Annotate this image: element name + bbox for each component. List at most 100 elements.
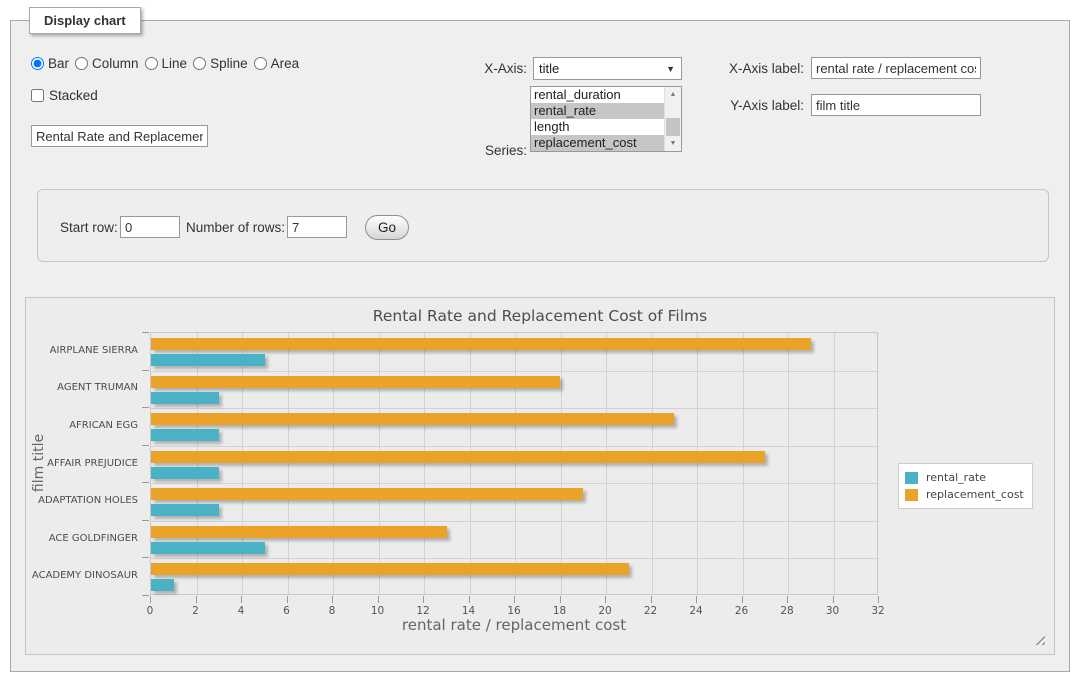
gridline xyxy=(606,333,607,594)
start-row-input[interactable] xyxy=(120,216,180,238)
x-tick-mark xyxy=(696,596,697,603)
legend-row-replacement_cost: replacement_cost xyxy=(905,486,1024,503)
chart-type-column[interactable]: Column xyxy=(75,56,139,71)
gridline xyxy=(470,333,471,594)
x-axis-select[interactable]: title ▼ xyxy=(533,57,682,80)
y-tick-mark xyxy=(142,407,149,408)
x-tick-label: 8 xyxy=(316,605,348,617)
series-options: rental_durationrental_ratelengthreplacem… xyxy=(531,87,664,151)
chart-type-radio-area[interactable] xyxy=(254,57,267,70)
x-tick-label: 0 xyxy=(134,605,166,617)
y-tick-mark xyxy=(142,482,149,483)
rental_rate-bar xyxy=(151,542,265,554)
y-tick-mark xyxy=(142,557,149,558)
chart-type-radio-spline[interactable] xyxy=(193,57,206,70)
listbox-scrollbar[interactable]: ▲ ▼ xyxy=(664,87,681,151)
gridline xyxy=(652,333,653,594)
gridline xyxy=(515,333,516,594)
gridline xyxy=(424,333,425,594)
gridline xyxy=(151,371,877,372)
scrollbar-thumb[interactable] xyxy=(666,118,680,136)
x-tick-label: 30 xyxy=(817,605,849,617)
series-option-replacement_cost[interactable]: replacement_cost xyxy=(531,135,664,151)
x-tick-mark xyxy=(469,596,470,603)
chart-type-radio-label: Spline xyxy=(210,56,248,71)
chart-type-radio-label: Area xyxy=(271,56,300,71)
x-tick-label: 24 xyxy=(680,605,712,617)
y-axis-label-input[interactable] xyxy=(811,94,981,116)
x-tick-label: 16 xyxy=(498,605,530,617)
chart-type-radio-label: Line xyxy=(162,56,188,71)
series-option-rental_rate[interactable]: rental_rate xyxy=(531,103,664,119)
series-option-length[interactable]: length xyxy=(531,119,664,135)
scrollbar-up-arrow-icon[interactable]: ▲ xyxy=(665,87,681,102)
replacement_cost-bar xyxy=(151,338,811,350)
series-select-label: Series: xyxy=(439,143,527,158)
gridline xyxy=(151,446,877,447)
y-tick-label: ACE GOLDFINGER xyxy=(26,533,138,544)
stacked-checkbox[interactable] xyxy=(31,89,44,102)
rental_rate-bar xyxy=(151,392,219,404)
chart-type-bar[interactable]: Bar xyxy=(31,56,69,71)
y-tick-label: AIRPLANE SIERRA xyxy=(26,345,138,356)
gridline xyxy=(288,333,289,594)
rental_rate-bar xyxy=(151,504,219,516)
x-tick-mark xyxy=(287,596,288,603)
series-multiselect[interactable]: rental_durationrental_ratelengthreplacem… xyxy=(530,86,682,152)
scrollbar-down-arrow-icon[interactable]: ▼ xyxy=(665,136,681,151)
chart-title: Rental Rate and Replacement Cost of Film… xyxy=(26,307,1054,325)
gridline xyxy=(151,521,877,522)
chart-legend: rental_rate replacement_cost xyxy=(898,463,1033,509)
gridline xyxy=(697,333,698,594)
chart-type-spline[interactable]: Spline xyxy=(193,56,248,71)
rental_rate-bar xyxy=(151,579,174,591)
legend-swatch-replacement_cost xyxy=(905,489,918,501)
y-tick-mark xyxy=(142,445,149,446)
chart-type-area[interactable]: Area xyxy=(254,56,300,71)
number-of-rows-input[interactable] xyxy=(287,216,347,238)
y-tick-label: ACADEMY DINOSAUR xyxy=(26,570,138,581)
replacement_cost-bar xyxy=(151,451,765,463)
x-tick-mark xyxy=(742,596,743,603)
chart-title-input[interactable] xyxy=(31,125,208,147)
gridline xyxy=(197,333,198,594)
x-tick-mark xyxy=(787,596,788,603)
display-chart-fieldset: Display chart BarColumnLineSplineArea St… xyxy=(10,20,1070,672)
y-tick-label: AFRICAN EGG xyxy=(26,420,138,431)
chart-type-line[interactable]: Line xyxy=(145,56,188,71)
go-button[interactable]: Go xyxy=(365,215,409,240)
x-tick-label: 12 xyxy=(407,605,439,617)
x-tick-label: 10 xyxy=(362,605,394,617)
chart-type-radio-bar[interactable] xyxy=(31,57,44,70)
chart-type-radio-line[interactable] xyxy=(145,57,158,70)
x-tick-mark xyxy=(878,596,879,603)
replacement_cost-bar xyxy=(151,526,447,538)
gridline xyxy=(151,558,877,559)
chart-type-radio-label: Bar xyxy=(48,56,69,71)
x-tick-label: 4 xyxy=(225,605,257,617)
x-tick-mark xyxy=(241,596,242,603)
x-tick-label: 32 xyxy=(862,605,894,617)
legend-label-rental_rate: rental_rate xyxy=(926,471,986,484)
x-tick-label: 26 xyxy=(726,605,758,617)
rental_rate-bar xyxy=(151,429,219,441)
select-dropdown-arrow-icon: ▼ xyxy=(666,58,675,80)
series-option-rental_duration[interactable]: rental_duration xyxy=(531,87,664,103)
chart-type-radio-column[interactable] xyxy=(75,57,88,70)
replacement_cost-bar xyxy=(151,563,629,575)
chart-panel: Rental Rate and Replacement Cost of Film… xyxy=(25,297,1055,655)
y-axis-label-label: Y-Axis label: xyxy=(709,98,804,113)
y-tick-label: AGENT TRUMAN xyxy=(26,382,138,393)
x-axis-label-input[interactable] xyxy=(811,57,981,79)
gridline xyxy=(379,333,380,594)
x-tick-label: 14 xyxy=(453,605,485,617)
resize-handle-icon[interactable] xyxy=(1032,632,1045,645)
chart-type-radio-label: Column xyxy=(92,56,139,71)
row-controls-panel: Start row: Number of rows: Go xyxy=(37,189,1049,262)
x-tick-mark xyxy=(514,596,515,603)
x-tick-label: 2 xyxy=(180,605,212,617)
gridline xyxy=(561,333,562,594)
rental_rate-bar xyxy=(151,354,265,366)
rental_rate-bar xyxy=(151,467,219,479)
stacked-checkbox-row[interactable]: Stacked xyxy=(31,88,98,103)
